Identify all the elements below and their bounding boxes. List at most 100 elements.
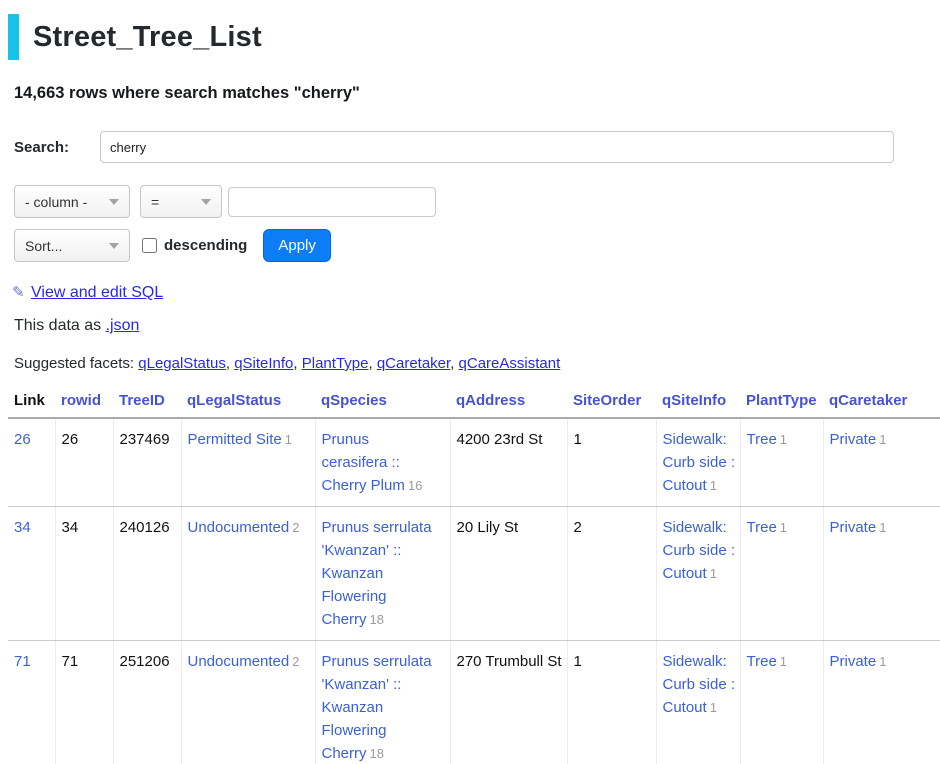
facet-link-qsiteinfo[interactable]: qSiteInfo — [234, 355, 293, 372]
filter-column-select[interactable]: - column - — [14, 185, 130, 218]
row-count-summary: 14,663 rows where search matches "cherry… — [14, 84, 940, 103]
facet-link-planttype[interactable]: PlantType — [302, 355, 369, 372]
search-form: Search: — [14, 131, 940, 163]
species-link[interactable]: Prunus cerasifera :: Cherry Plum — [322, 431, 405, 494]
facets-prefix: Suggested facets: — [14, 355, 134, 372]
filter-operator-select-value: = — [151, 194, 159, 210]
filter-column-select-value: - column - — [25, 194, 87, 210]
row-link[interactable]: 71 — [14, 653, 31, 670]
column-header-rowid[interactable]: rowid — [55, 388, 113, 418]
column-header-qcaretaker[interactable]: qCaretaker — [823, 388, 940, 418]
cell-legal-status: Permitted Site1 — [181, 418, 315, 507]
filter-row: - column - = — [14, 185, 940, 218]
sort-row: Sort... descending Apply — [14, 229, 940, 262]
facet-link-qlegalstatus[interactable]: qLegalStatus — [138, 355, 226, 372]
sort-select[interactable]: Sort... — [14, 229, 130, 262]
chevron-down-icon — [109, 243, 119, 249]
cell-site-info: Sidewalk: Curb side : Cutout1 — [656, 507, 740, 641]
facet-count: 18 — [370, 612, 384, 627]
facet-count: 2 — [292, 654, 299, 669]
caretaker-link[interactable]: Private — [830, 431, 877, 448]
facet-count: 1 — [710, 478, 717, 493]
facet-count: 2 — [292, 520, 299, 535]
facet-count: 1 — [780, 654, 787, 669]
cell-rowid: 71 — [55, 641, 113, 764]
sort-select-value: Sort... — [25, 238, 62, 254]
header-row: Link rowid TreeID qLegalStatus qSpecies … — [8, 388, 940, 418]
plant-type-link[interactable]: Tree — [747, 431, 777, 448]
table-row: 34 34 240126 Undocumented2 Prunus serrul… — [8, 507, 940, 641]
cell-species: Prunus cerasifera :: Cherry Plum16 — [315, 418, 450, 507]
cell-treeid: 237469 — [113, 418, 181, 507]
site-info-link[interactable]: Sidewalk: Curb side : Cutout — [663, 653, 736, 716]
page-header: Street_Tree_List — [8, 14, 940, 60]
facet-count: 1 — [879, 432, 886, 447]
cell-treeid: 240126 — [113, 507, 181, 641]
facet-count: 1 — [285, 432, 292, 447]
sql-row: ✎ View and edit SQL — [12, 283, 940, 302]
cell-legal-status: Undocumented2 — [181, 641, 315, 764]
legal-status-link[interactable]: Undocumented — [188, 519, 290, 536]
facet-link-qcaretaker[interactable]: qCaretaker — [377, 355, 450, 372]
row-link[interactable]: 34 — [14, 519, 31, 536]
filter-operator-select[interactable]: = — [140, 185, 222, 218]
plant-type-link[interactable]: Tree — [747, 653, 777, 670]
cell-plant-type: Tree1 — [740, 507, 823, 641]
descending-label: descending — [164, 237, 247, 254]
cell-site-info: Sidewalk: Curb side : Cutout1 — [656, 418, 740, 507]
site-info-link[interactable]: Sidewalk: Curb side : Cutout — [663, 431, 736, 494]
cell-site-order: 1 — [567, 418, 656, 507]
accent-bar — [8, 14, 19, 60]
column-header-qaddress[interactable]: qAddress — [450, 388, 567, 418]
data-export-row: This data as .json — [14, 317, 940, 335]
column-header-link: Link — [8, 388, 55, 418]
caretaker-link[interactable]: Private — [830, 519, 877, 536]
cell-site-info: Sidewalk: Curb side : Cutout1 — [656, 641, 740, 764]
column-header-siteorder[interactable]: SiteOrder — [567, 388, 656, 418]
cell-rowid: 34 — [55, 507, 113, 641]
site-info-link[interactable]: Sidewalk: Curb side : Cutout — [663, 519, 736, 582]
search-input[interactable] — [100, 131, 894, 163]
cell-legal-status: Undocumented2 — [181, 507, 315, 641]
cell-plant-type: Tree1 — [740, 418, 823, 507]
descending-checkbox[interactable] — [142, 238, 157, 253]
data-as-text: This data as — [14, 317, 101, 334]
filter-value-input[interactable] — [228, 187, 436, 217]
table-row: 26 26 237469 Permitted Site1 Prunus cera… — [8, 418, 940, 507]
legal-status-link[interactable]: Undocumented — [188, 653, 290, 670]
column-header-planttype[interactable]: PlantType — [740, 388, 823, 418]
column-header-treeid[interactable]: TreeID — [113, 388, 181, 418]
plant-type-link[interactable]: Tree — [747, 519, 777, 536]
search-label: Search: — [14, 139, 100, 156]
legal-status-link[interactable]: Permitted Site — [188, 431, 282, 448]
column-header-qspecies[interactable]: qSpecies — [315, 388, 450, 418]
apply-button[interactable]: Apply — [263, 229, 331, 262]
cell-species: Prunus serrulata 'Kwanzan' :: Kwanzan Fl… — [315, 641, 450, 764]
cell-caretaker: Private1 — [823, 507, 940, 641]
cell-plant-type: Tree1 — [740, 641, 823, 764]
caretaker-link[interactable]: Private — [830, 653, 877, 670]
cell-address: 270 Trumbull St — [450, 641, 567, 764]
row-link[interactable]: 26 — [14, 431, 31, 448]
json-link[interactable]: .json — [106, 317, 140, 334]
facet-count: 16 — [408, 478, 422, 493]
column-header-qsiteinfo[interactable]: qSiteInfo — [656, 388, 740, 418]
suggested-facets: Suggested facets: qLegalStatus qSiteInfo… — [14, 355, 940, 372]
cell-treeid: 251206 — [113, 641, 181, 764]
pencil-icon: ✎ — [12, 284, 25, 301]
view-edit-sql-link[interactable]: View and edit SQL — [31, 284, 163, 301]
cell-caretaker: Private1 — [823, 418, 940, 507]
facet-link-qcareassistant[interactable]: qCareAssistant — [459, 355, 561, 372]
facet-count: 1 — [780, 432, 787, 447]
column-header-qlegalstatus[interactable]: qLegalStatus — [181, 388, 315, 418]
chevron-down-icon — [201, 199, 211, 205]
cell-species: Prunus serrulata 'Kwanzan' :: Kwanzan Fl… — [315, 507, 450, 641]
chevron-down-icon — [109, 199, 119, 205]
facet-count: 1 — [710, 566, 717, 581]
cell-caretaker: Private1 — [823, 641, 940, 764]
facet-count: 1 — [879, 654, 886, 669]
facet-count: 1 — [879, 520, 886, 535]
cell-site-order: 2 — [567, 507, 656, 641]
facet-count: 18 — [370, 746, 384, 761]
cell-site-order: 1 — [567, 641, 656, 764]
